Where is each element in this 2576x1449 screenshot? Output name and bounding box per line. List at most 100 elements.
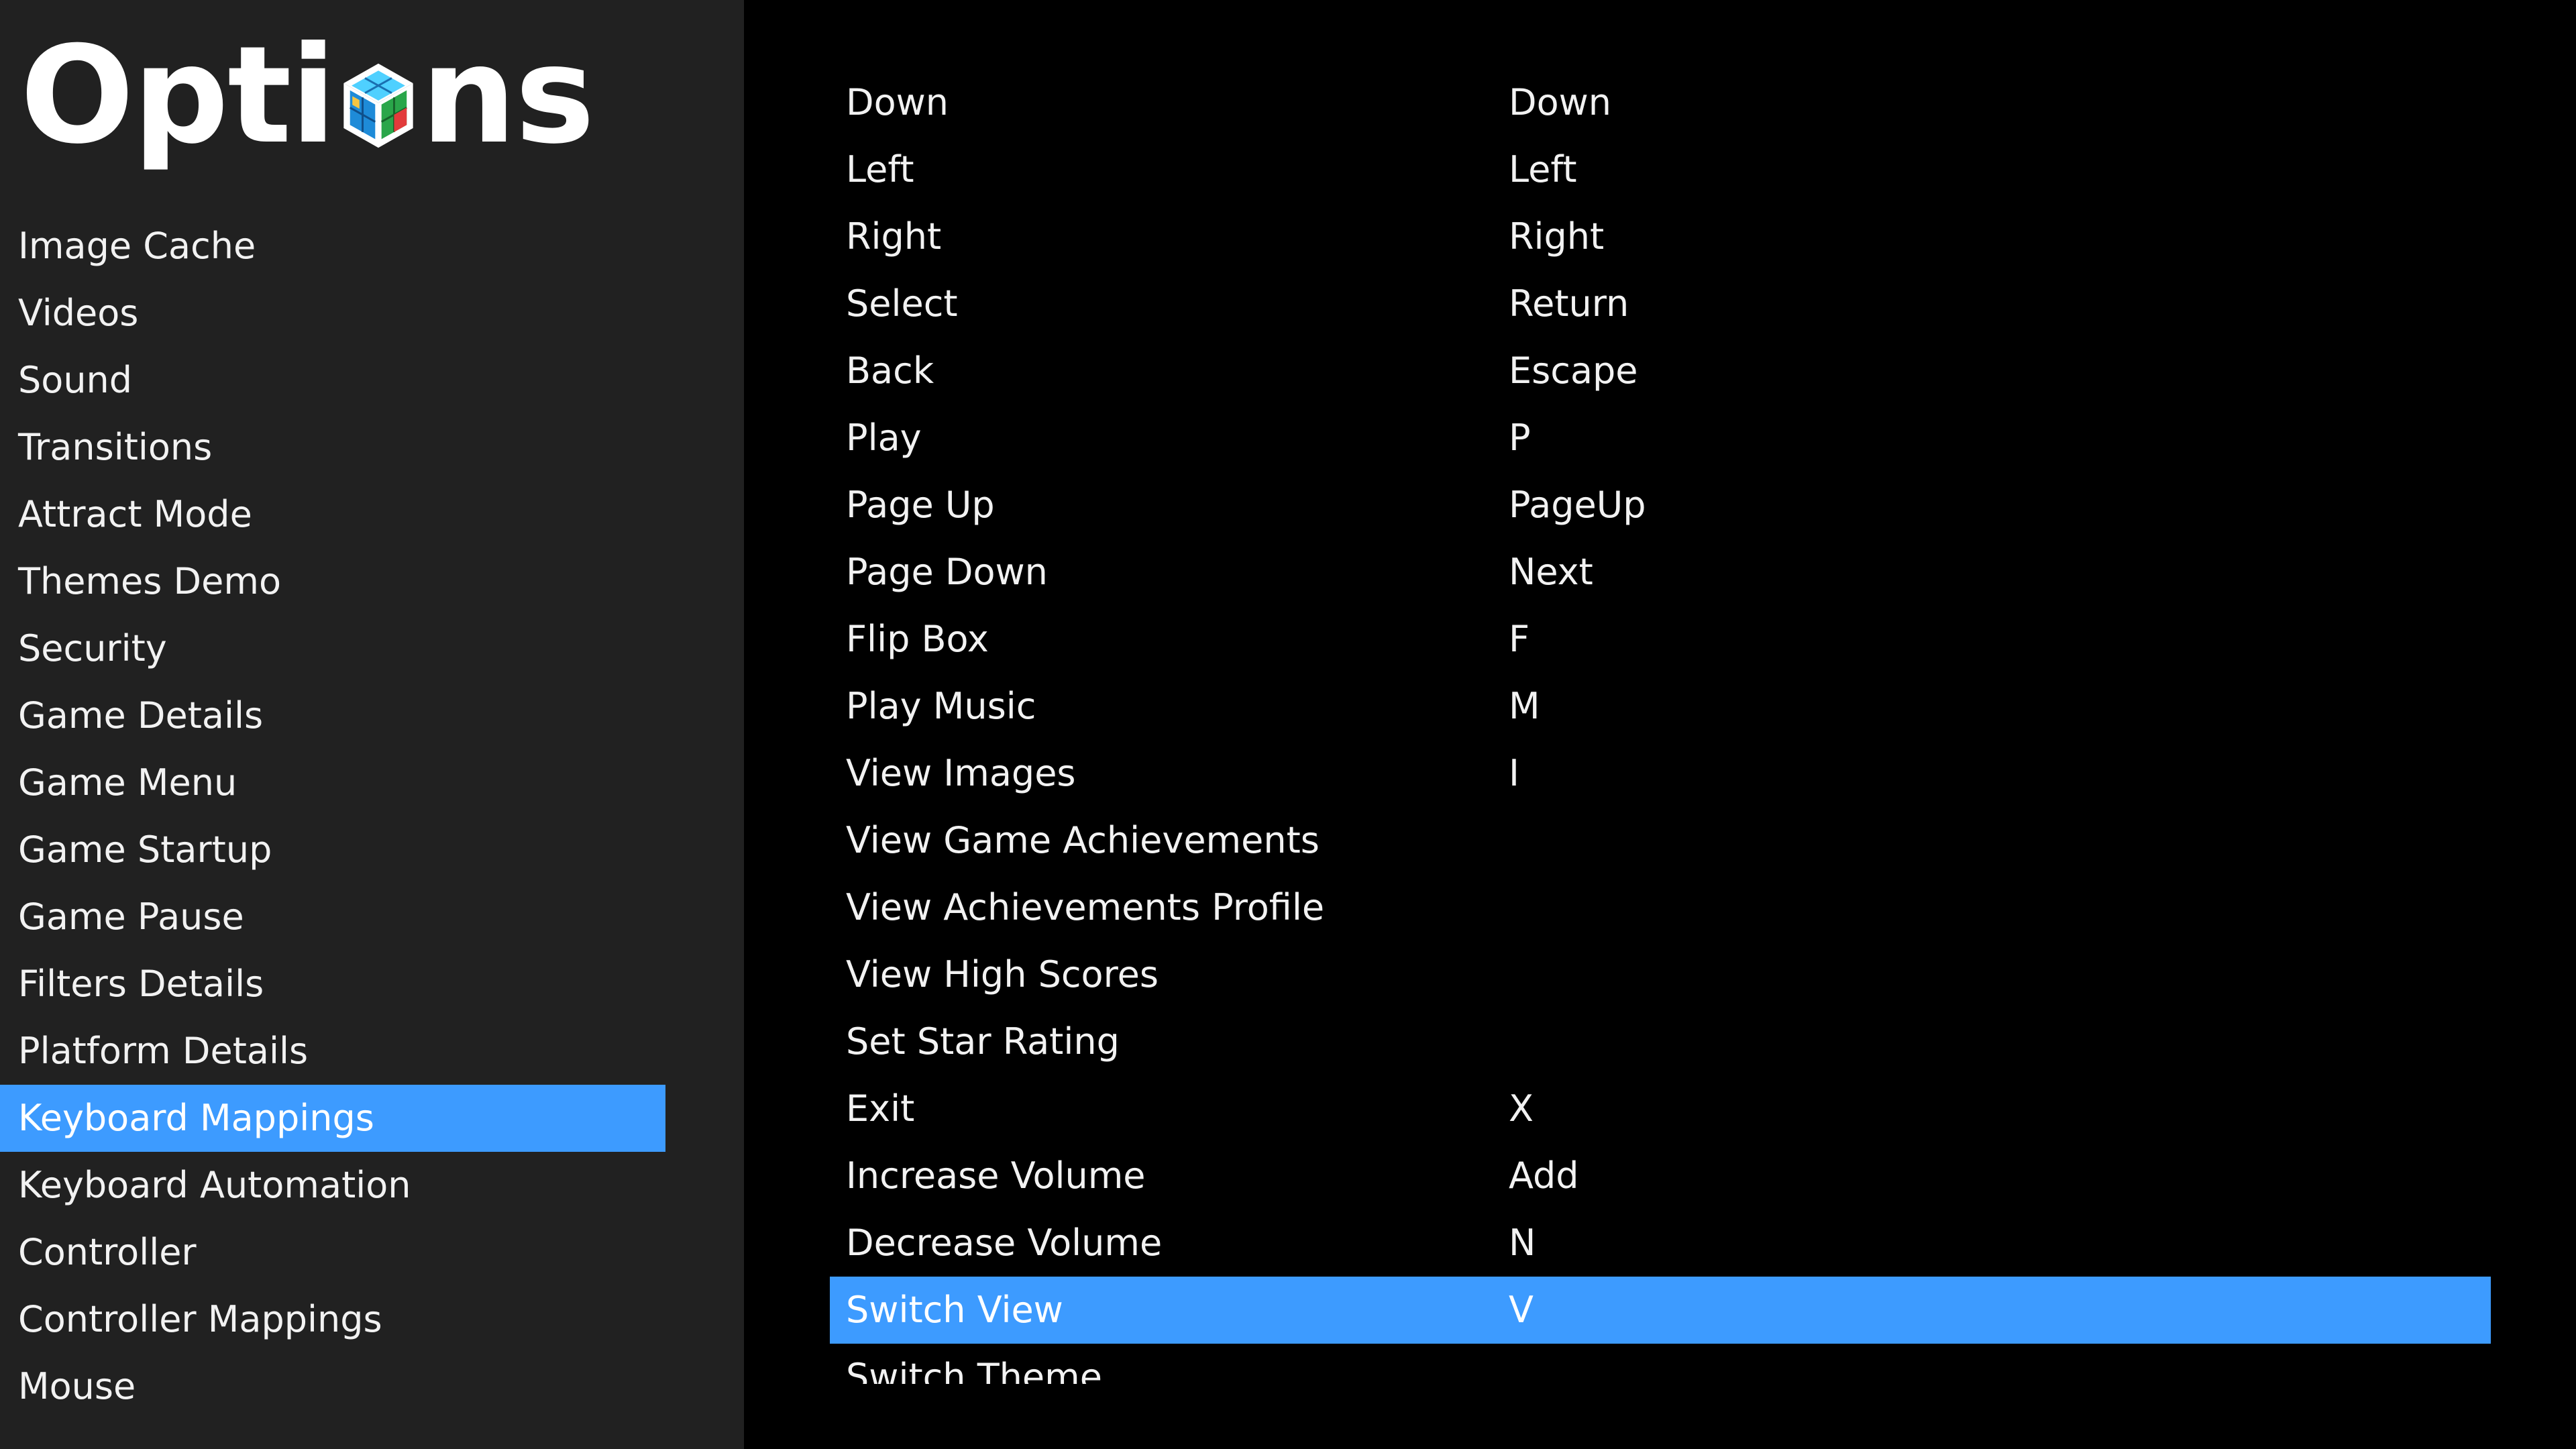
mapping-key: X [1509, 1087, 1534, 1130]
menu-item-filters-details[interactable]: Filters Details [0, 951, 665, 1018]
menu-item-controller-mappings[interactable]: Controller Mappings [0, 1286, 665, 1353]
menu-item-label: Mouse [18, 1365, 136, 1407]
menu-item-game-details[interactable]: Game Details [0, 682, 665, 749]
mapping-row[interactable]: Page Down Next [830, 539, 2491, 606]
mapping-key: Add [1509, 1155, 1579, 1197]
menu-item-label: Keyboard Automation [18, 1164, 411, 1206]
menu-item-label: Keyboard Mappings [18, 1097, 374, 1139]
menu-item-label: Game Menu [18, 761, 237, 804]
menu-item-label: Game Pause [18, 896, 244, 938]
mapping-row[interactable]: Set Star Rating [830, 1008, 2491, 1075]
mapping-row[interactable]: Play Music M [830, 673, 2491, 740]
menu-item-label: Themes Demo [18, 560, 282, 602]
mapping-row-selected[interactable]: Switch View V [830, 1277, 2491, 1344]
menu-item-mouse[interactable]: Mouse [0, 1353, 665, 1420]
mapping-row[interactable]: View Achievements Profile [830, 874, 2491, 941]
options-menu: Image Cache Videos Sound Transitions Att… [0, 213, 665, 1420]
mapping-action: Down [846, 81, 949, 123]
mapping-action: View Images [846, 752, 1076, 794]
menu-item-controller[interactable]: Controller [0, 1219, 665, 1286]
mapping-row[interactable]: Right Right [830, 203, 2491, 270]
sidebar: Opti ns Image Cache Videos Sound Transit… [0, 0, 744, 1449]
mapping-key: PageUp [1509, 484, 1646, 526]
mapping-row[interactable]: Page Up PageUp [830, 472, 2491, 539]
mapping-key: F [1509, 618, 1530, 660]
menu-item-label: Game Details [18, 694, 264, 737]
menu-item-label: Game Startup [18, 828, 272, 871]
menu-item-sound[interactable]: Sound [0, 347, 665, 414]
mapping-list: Down Down Left Left Right Right Select Retur… [830, 69, 2491, 1384]
mapping-key: Escape [1509, 350, 1638, 392]
mapping-action: Play Music [846, 685, 1036, 727]
menu-item-platform-details[interactable]: Platform Details [0, 1018, 665, 1085]
mapping-action: Play [846, 417, 922, 459]
mapping-row[interactable]: Exit X [830, 1075, 2491, 1142]
mapping-row[interactable]: Decrease Volume N [830, 1210, 2491, 1277]
mapping-row[interactable]: Increase Volume Add [830, 1142, 2491, 1210]
menu-item-attract-mode[interactable]: Attract Mode [0, 481, 665, 548]
mapping-action: Select [846, 282, 958, 325]
mapping-action: Decrease Volume [846, 1222, 1163, 1264]
title-prefix: Opti [20, 17, 336, 174]
mapping-action: Exit [846, 1087, 915, 1130]
mapping-action: Flip Box [846, 618, 989, 660]
menu-item-label: Filters Details [18, 963, 264, 1005]
menu-item-label: Transitions [18, 426, 213, 468]
mapping-key: Next [1509, 551, 1593, 593]
menu-item-game-startup[interactable]: Game Startup [0, 816, 665, 883]
menu-item-label: Videos [18, 292, 139, 334]
mapping-row[interactable]: Switch Theme [830, 1344, 2491, 1384]
menu-item-transitions[interactable]: Transitions [0, 414, 665, 481]
mapping-action: View Achievements Profile [846, 886, 1325, 928]
menu-item-label: Security [18, 627, 167, 669]
menu-item-label: Image Cache [18, 225, 256, 267]
mapping-row[interactable]: View Images I [830, 740, 2491, 807]
mapping-action: Increase Volume [846, 1155, 1146, 1197]
mapping-row[interactable]: Left Left [830, 136, 2491, 203]
menu-item-label: Sound [18, 359, 133, 401]
mapping-action: Switch Theme [846, 1356, 1102, 1384]
menu-item-label: Controller Mappings [18, 1298, 382, 1340]
mapping-row[interactable]: Flip Box F [830, 606, 2491, 673]
cube-logo-icon [343, 63, 413, 148]
mapping-key: Down [1509, 81, 1612, 123]
mapping-action: View High Scores [846, 953, 1159, 996]
menu-item-game-menu[interactable]: Game Menu [0, 749, 665, 816]
mapping-action: Back [846, 350, 934, 392]
keyboard-mappings-panel: Down Down Left Left Right Right Select Retur… [744, 0, 2576, 1449]
mapping-key: P [1509, 417, 1531, 459]
mapping-action: Page Up [846, 484, 995, 526]
page-title: Opti ns [20, 12, 595, 180]
menu-item-label: Controller [18, 1231, 197, 1273]
mapping-key: Right [1509, 215, 1605, 258]
mapping-action: Set Star Rating [846, 1020, 1120, 1063]
mapping-row[interactable]: Play P [830, 405, 2491, 472]
mapping-row[interactable]: View Game Achievements [830, 807, 2491, 874]
menu-item-videos[interactable]: Videos [0, 280, 665, 347]
mapping-action: View Game Achievements [846, 819, 1320, 861]
mapping-action: Right [846, 215, 942, 258]
mapping-key: Left [1509, 148, 1577, 191]
mapping-key: I [1509, 752, 1519, 794]
mapping-action: Page Down [846, 551, 1048, 593]
menu-item-label: Platform Details [18, 1030, 309, 1072]
mapping-key: V [1509, 1289, 1534, 1331]
menu-item-themes-demo[interactable]: Themes Demo [0, 548, 665, 615]
title-suffix: ns [421, 17, 594, 174]
mapping-action: Switch View [846, 1289, 1063, 1331]
mapping-key: Return [1509, 282, 1629, 325]
options-screen: Opti ns Image Cache Videos Sound Transit… [0, 0, 2576, 1449]
mapping-row[interactable]: Back Escape [830, 337, 2491, 405]
menu-item-keyboard-automation[interactable]: Keyboard Automation [0, 1152, 665, 1219]
mapping-action: Left [846, 148, 914, 191]
menu-item-label: Attract Mode [18, 493, 252, 535]
mapping-key: M [1509, 685, 1540, 727]
mapping-row[interactable]: Select Return [830, 270, 2491, 337]
menu-item-keyboard-mappings[interactable]: Keyboard Mappings [0, 1085, 665, 1152]
mapping-row[interactable]: View High Scores [830, 941, 2491, 1008]
menu-item-security[interactable]: Security [0, 615, 665, 682]
menu-item-image-cache[interactable]: Image Cache [0, 213, 665, 280]
mapping-row[interactable]: Down Down [830, 69, 2491, 136]
mapping-key: N [1509, 1222, 1536, 1264]
menu-item-game-pause[interactable]: Game Pause [0, 883, 665, 951]
